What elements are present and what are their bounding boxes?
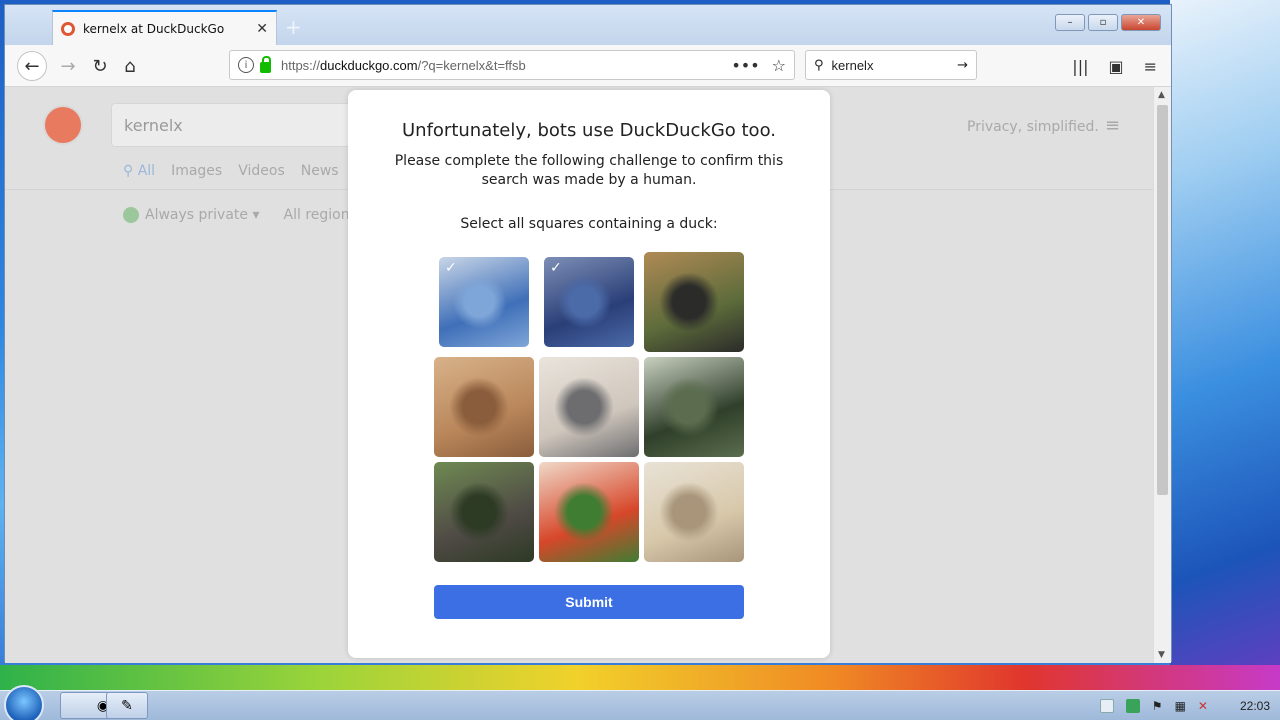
scroll-up-icon[interactable]: ▲: [1158, 90, 1165, 100]
region-filter[interactable]: All regions: [284, 207, 357, 223]
site-info-icon[interactable]: i: [238, 57, 254, 73]
check-icon: [123, 207, 139, 223]
page-content: kernelx ⚲ All Images Videos News Always …: [5, 87, 1153, 663]
library-icon[interactable]: |||: [1072, 57, 1088, 76]
minimize-button[interactable]: –: [1055, 14, 1085, 31]
maximize-button[interactable]: ▫: [1088, 14, 1118, 31]
taskbar: ◉ ✎ ⚑ ▦ ✕ 22:03: [0, 685, 1280, 720]
scroll-thumb[interactable]: [1157, 105, 1168, 495]
page-actions-icon[interactable]: •••: [731, 56, 759, 75]
back-button[interactable]: ←: [17, 51, 47, 81]
challenge-subtitle: Please complete the following challenge …: [394, 153, 784, 188]
challenge-tile-cats[interactable]: [539, 357, 639, 457]
always-private-filter[interactable]: Always private ▾: [123, 207, 260, 223]
url-text: https://duckduckgo.com/?q=kernelx&t=ffsb: [281, 57, 526, 73]
challenge-tile-monkey[interactable]: [434, 462, 534, 562]
search-bar[interactable]: ⚲ kernelx →: [805, 50, 977, 80]
challenge-tile-bear[interactable]: [644, 252, 744, 352]
challenge-tile-rhino[interactable]: [644, 462, 744, 562]
search-bar-value: kernelx: [831, 57, 874, 73]
desktop-wallpaper-stripe: [0, 665, 1280, 690]
search-go-arrow-icon[interactable]: →: [957, 58, 968, 73]
tab-news[interactable]: News: [301, 163, 339, 179]
taskbar-app-button[interactable]: ✎: [106, 692, 148, 719]
duckduckgo-logo[interactable]: [43, 105, 83, 145]
close-window-button[interactable]: ✕: [1121, 14, 1161, 31]
challenge-tile-otter[interactable]: [434, 357, 534, 457]
challenge-tile-duck[interactable]: ✓: [544, 257, 634, 347]
duckduckgo-favicon-icon: [61, 22, 75, 36]
new-tab-icon[interactable]: +: [285, 15, 302, 39]
toolbar-icons: ||| ▣ ≡: [1072, 57, 1157, 76]
bookmark-star-icon[interactable]: ☆: [772, 56, 786, 75]
tab-all[interactable]: ⚲ All: [123, 163, 155, 179]
ddg-tagline: Privacy, simplified.: [967, 119, 1099, 135]
volume-muted-icon[interactable]: ✕: [1198, 699, 1208, 713]
home-button[interactable]: ⌂: [115, 51, 145, 81]
sidebar-icon[interactable]: ▣: [1108, 57, 1123, 76]
navigation-toolbar: ← → ↻ ⌂ i https://duckduckgo.com/?q=kern…: [5, 45, 1171, 87]
forward-button[interactable]: →: [53, 51, 83, 81]
browser-window: kernelx at DuckDuckGo ✕ + – ▫ ✕ ← → ↻ ⌂ …: [4, 4, 1172, 663]
menu-icon[interactable]: ≡: [1144, 57, 1157, 76]
security-icon[interactable]: [1125, 699, 1140, 713]
ddg-filters: Always private ▾ All regions: [123, 207, 357, 223]
flag-icon[interactable]: ⚑: [1152, 699, 1163, 713]
ddg-search-tabs: ⚲ All Images Videos News: [123, 163, 339, 179]
challenge-instruction: Select all squares containing a duck:: [460, 216, 718, 232]
notes-icon[interactable]: [1099, 699, 1114, 713]
challenge-title: Unfortunately, bots use DuckDuckGo too.: [402, 120, 776, 141]
scroll-down-icon[interactable]: ▼: [1158, 650, 1165, 660]
start-button[interactable]: [4, 685, 44, 720]
selected-check-icon: ✓: [445, 260, 457, 276]
ddg-search-input[interactable]: kernelx: [111, 103, 361, 147]
tab-videos[interactable]: Videos: [238, 163, 285, 179]
lock-icon: [260, 55, 271, 73]
challenge-tile-flower[interactable]: [539, 462, 639, 562]
window-controls: – ▫ ✕: [1055, 14, 1161, 31]
browser-tab[interactable]: kernelx at DuckDuckGo ✕: [52, 10, 277, 46]
challenge-tile-ducks[interactable]: [644, 357, 744, 457]
tab-title: kernelx at DuckDuckGo: [83, 22, 225, 36]
reload-button[interactable]: ↻: [85, 51, 115, 81]
desktop-wallpaper: [1170, 0, 1280, 690]
clock: 22:03: [1239, 699, 1270, 713]
bot-challenge-dialog: Unfortunately, bots use DuckDuckGo too. …: [348, 90, 830, 658]
challenge-tile-duck[interactable]: ✓: [439, 257, 529, 347]
address-bar[interactable]: i https://duckduckgo.com/?q=kernelx&t=ff…: [229, 50, 795, 80]
tab-images[interactable]: Images: [171, 163, 222, 179]
tab-close-icon[interactable]: ✕: [256, 21, 268, 37]
image-grid: ✓ ✓: [434, 252, 744, 562]
system-tray: ⚑ ▦ ✕ 22:03: [1099, 691, 1280, 720]
search-icon: ⚲: [814, 57, 824, 73]
ddg-menu-icon[interactable]: ≡: [1105, 115, 1120, 136]
title-bar: kernelx at DuckDuckGo ✕ + – ▫ ✕: [5, 5, 1171, 46]
submit-button[interactable]: Submit: [434, 585, 744, 619]
page-scrollbar[interactable]: ▲ ▼: [1153, 87, 1171, 663]
selected-check-icon: ✓: [550, 260, 562, 276]
network-icon[interactable]: ▦: [1175, 699, 1186, 713]
